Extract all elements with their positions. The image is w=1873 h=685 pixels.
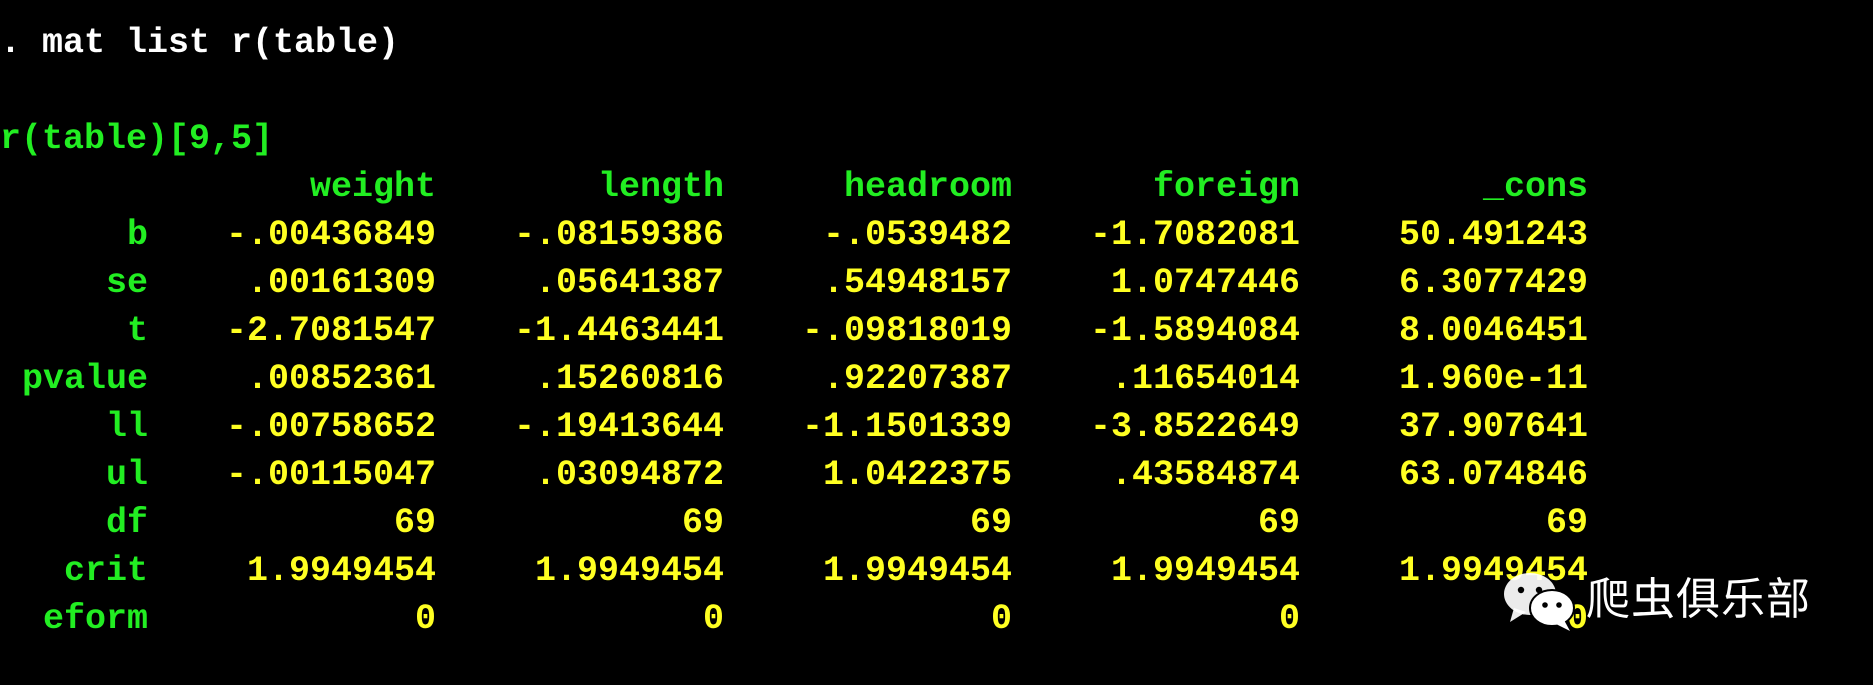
matrix-cell: 50.491243 — [1398, 215, 1588, 255]
matrix-row: se .00161309 .05641387 .54948157 1.07474… — [0, 259, 1588, 307]
matrix-cell: 69 — [1257, 503, 1300, 543]
row-label: ll — [105, 407, 148, 447]
matrix-cell: -.19413644 — [513, 407, 724, 447]
matrix-cell: 0 — [1278, 599, 1300, 639]
matrix-row: pvalue .00852361 .15260816 .92207387 .11… — [0, 355, 1588, 403]
matrix-cell: 1.9949454 — [534, 551, 724, 591]
row-label: crit — [63, 551, 148, 591]
matrix-row: crit 1.9949454 1.9949454 1.9949454 1.994… — [0, 547, 1588, 595]
matrix-cell: .00852361 — [246, 359, 436, 399]
matrix-cell: 1.9949454 — [1110, 551, 1300, 591]
matrix-cell: .11654014 — [1110, 359, 1300, 399]
matrix-cell: -2.7081547 — [225, 311, 436, 351]
row-label: b — [126, 215, 148, 255]
matrix-cell: 8.0046451 — [1398, 311, 1588, 351]
matrix-cell: -1.7082081 — [1089, 215, 1300, 255]
matrix-cell: 69 — [1545, 503, 1588, 543]
matrix-cell: -.00115047 — [225, 455, 436, 495]
matrix-cell: 1.9949454 — [822, 551, 1012, 591]
column-header: headroom — [843, 167, 1012, 207]
matrix-cell: 1.0747446 — [1110, 263, 1300, 303]
matrix-cell: 63.074846 — [1398, 455, 1588, 495]
matrix-cell: .43584874 — [1110, 455, 1300, 495]
matrix-row: b -.00436849 -.08159386 -.0539482 -1.708… — [0, 211, 1588, 259]
matrix-cell: -.0539482 — [822, 215, 1012, 255]
matrix-cell: .15260816 — [534, 359, 724, 399]
matrix-cell: .03094872 — [534, 455, 724, 495]
matrix-cell: 37.907641 — [1398, 407, 1588, 447]
row-label: eform — [42, 599, 148, 639]
row-label: se — [105, 263, 148, 303]
matrix-cell: 0 — [990, 599, 1012, 639]
matrix-cell: -3.8522649 — [1089, 407, 1300, 447]
column-header: foreign — [1152, 167, 1300, 207]
row-label: ul — [105, 455, 148, 495]
matrix-cell: -1.1501339 — [801, 407, 1012, 447]
matrix-header-row: weight length headroom foreign _cons — [0, 163, 1588, 211]
matrix-row: t -2.7081547 -1.4463441 -.09818019 -1.58… — [0, 307, 1588, 355]
matrix-cell: 0 — [414, 599, 436, 639]
matrix-row: eform 0 0 0 0 0 — [0, 595, 1588, 643]
matrix-row: df 69 69 69 69 69 — [0, 499, 1588, 547]
matrix-cell: -.09818019 — [801, 311, 1012, 351]
matrix-cell: .05641387 — [534, 263, 724, 303]
matrix-cell: 1.960e-11 — [1398, 359, 1588, 399]
row-label: df — [105, 503, 148, 543]
watermark: 爬虫俱乐部 — [1500, 568, 1811, 632]
matrix-cell: 0 — [702, 599, 724, 639]
matrix-cell: 69 — [393, 503, 436, 543]
matrix-cell: -.08159386 — [513, 215, 724, 255]
matrix-cell: 69 — [969, 503, 1012, 543]
matrix-cell: -1.5894084 — [1089, 311, 1300, 351]
wechat-icon — [1500, 568, 1580, 632]
matrix-title: r(table)[9,5] — [0, 119, 274, 159]
row-label: t — [126, 311, 148, 351]
command-line: . mat list r(table) — [0, 23, 400, 63]
matrix-cell: -.00436849 — [225, 215, 436, 255]
matrix-row: ll -.00758652 -.19413644 -1.1501339 -3.8… — [0, 403, 1588, 451]
column-header: length — [597, 167, 724, 207]
column-header: weight — [309, 167, 436, 207]
column-header: _cons — [1482, 167, 1588, 207]
matrix-cell: .00161309 — [246, 263, 436, 303]
matrix-cell: 1.0422375 — [822, 455, 1012, 495]
matrix-cell: .54948157 — [822, 263, 1012, 303]
matrix-cell: 69 — [681, 503, 724, 543]
matrix-cell: 1.9949454 — [246, 551, 436, 591]
matrix-row: ul -.00115047 .03094872 1.0422375 .43584… — [0, 451, 1588, 499]
matrix-cell: .92207387 — [822, 359, 1012, 399]
matrix-cell: -.00758652 — [225, 407, 436, 447]
matrix-cell: -1.4463441 — [513, 311, 724, 351]
watermark-text: 爬虫俱乐部 — [1586, 574, 1811, 625]
matrix-cell: 6.3077429 — [1398, 263, 1588, 303]
header-spacer — [0, 163, 148, 211]
row-label: pvalue — [21, 359, 148, 399]
stata-results-window: . mat list r(table) r(table)[9,5] weight… — [0, 19, 1588, 643]
